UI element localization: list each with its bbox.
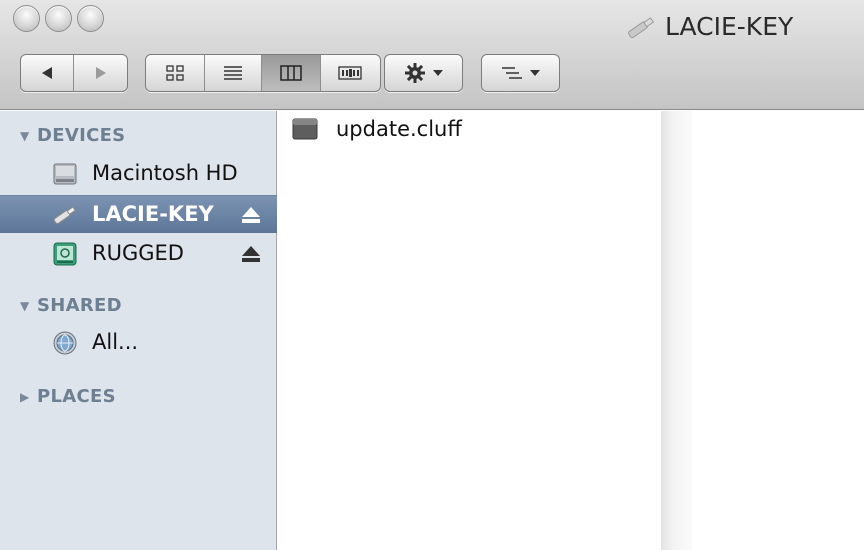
hard-drive-icon: [53, 163, 77, 185]
forward-button[interactable]: [74, 55, 127, 91]
section-label: PLACES: [37, 386, 116, 407]
file-name: update.cluff: [336, 117, 462, 141]
usb-key-icon: [628, 16, 655, 38]
action-menu-button[interactable]: [384, 54, 463, 92]
sidebar-item-label: LACIE-KEY: [92, 202, 214, 226]
window-titlebar: LACIE-KEY: [0, 0, 864, 110]
sidebar-item-lacie-key[interactable]: LACIE-KEY: [0, 195, 277, 233]
sidebar: ▼ DEVICES Macintosh HD LACIE-KEY RUGGED …: [0, 111, 277, 550]
minimize-window-button[interactable]: [45, 5, 72, 32]
list-view-icon: [223, 66, 242, 80]
section-label: DEVICES: [37, 125, 126, 146]
navigation-buttons: [20, 54, 128, 92]
column-resize-handle[interactable]: [661, 111, 692, 550]
sidebar-item-rugged[interactable]: RUGGED: [0, 235, 277, 273]
disclosure-collapsed-icon: ▶: [20, 389, 30, 404]
column-view-icon: [280, 65, 302, 81]
forward-arrow-icon: [95, 67, 106, 79]
sidebar-item-label: Macintosh HD: [92, 161, 238, 185]
sidebar-section-shared[interactable]: ▼ SHARED: [20, 295, 122, 316]
arrange-icon: [501, 67, 522, 79]
icon-view-button[interactable]: [146, 55, 205, 91]
window-controls: [13, 5, 104, 32]
usb-key-icon: [53, 206, 76, 225]
chevron-down-icon: [529, 70, 540, 76]
column-view-button[interactable]: [262, 55, 321, 91]
sidebar-item-all-shared[interactable]: All...: [0, 324, 277, 362]
window-title: LACIE-KEY: [625, 12, 793, 41]
back-button[interactable]: [21, 55, 75, 91]
cover-flow-icon: [338, 66, 362, 80]
window-title-text: LACIE-KEY: [665, 12, 794, 41]
close-window-button[interactable]: [13, 5, 40, 32]
sidebar-section-devices[interactable]: ▼ DEVICES: [20, 125, 125, 146]
file-item[interactable]: update.cluff: [292, 117, 462, 141]
external-drive-icon: [53, 242, 77, 266]
list-view-button[interactable]: [205, 55, 263, 91]
gear-icon: [404, 63, 425, 83]
arrange-menu-inner: [482, 55, 559, 91]
eject-icon[interactable]: [241, 206, 261, 224]
file-column: update.cluff: [278, 111, 661, 550]
network-globe-icon: [53, 331, 77, 355]
chevron-down-icon: [432, 70, 443, 76]
sidebar-item-label: All...: [92, 330, 139, 354]
document-icon: [292, 118, 318, 140]
sidebar-item-label: RUGGED: [92, 241, 184, 265]
zoom-window-button[interactable]: [77, 5, 104, 32]
disclosure-expanded-icon: ▼: [20, 298, 30, 313]
eject-icon[interactable]: [241, 245, 261, 263]
view-mode-buttons: [145, 54, 381, 92]
icon-view-icon: [166, 65, 184, 81]
back-arrow-icon: [42, 67, 52, 79]
section-label: SHARED: [37, 295, 122, 316]
sidebar-item-macintosh-hd[interactable]: Macintosh HD: [0, 155, 277, 193]
action-menu-inner: [385, 55, 462, 91]
disclosure-expanded-icon: ▼: [20, 128, 30, 143]
cover-flow-button[interactable]: [321, 55, 380, 91]
sidebar-section-places[interactable]: ▶ PLACES: [20, 386, 116, 407]
empty-column: [692, 111, 864, 550]
arrange-menu-button[interactable]: [481, 54, 560, 92]
